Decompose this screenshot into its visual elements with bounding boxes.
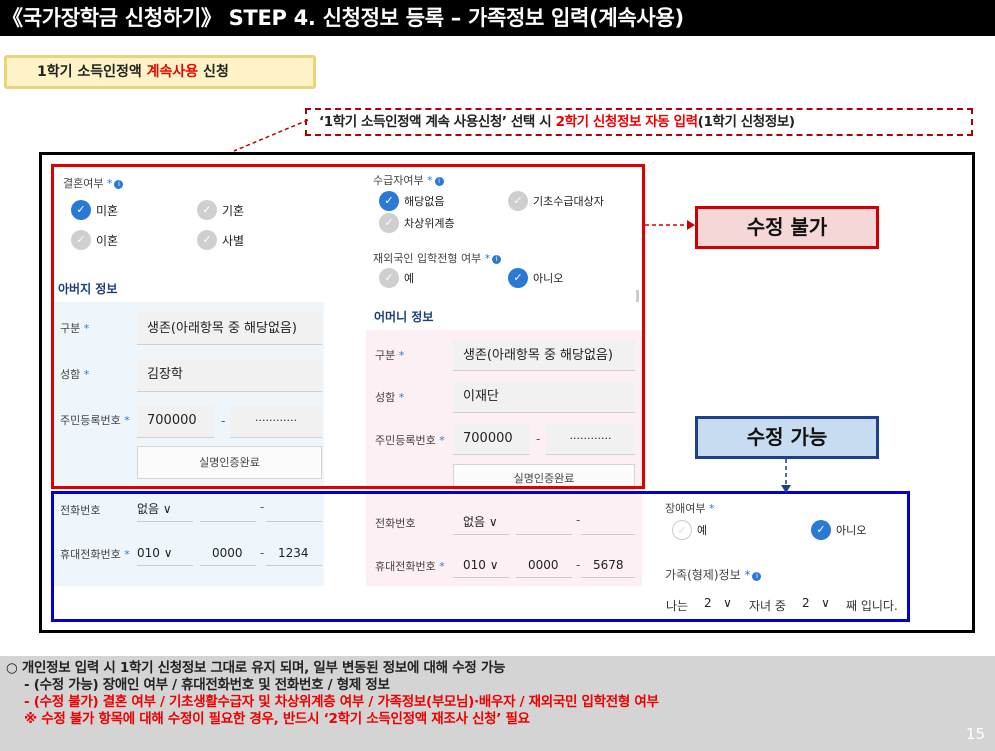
- arrow-down-icon: [781, 459, 791, 493]
- slide-title: 《국가장학금 신청하기》 STEP 4. 신청정보 등록 – 가족정보 입력(계…: [0, 0, 995, 36]
- badge-accent: 계속사용: [146, 64, 199, 80]
- note-accent: 2학기 신청정보 자동 입력: [555, 114, 698, 130]
- no-edit-region: [51, 164, 645, 489]
- badge-text-post: 신청: [198, 64, 229, 80]
- footer-notes: ○ 개인정보 입력 시 1학기 신청정보 그대로 유지 되며, 일부 변동된 정…: [0, 660, 995, 751]
- auto-fill-note: ‘1학기 소득인정액 계속 사용신청’ 선택 시 2학기 신청정보 자동 입력(…: [305, 108, 973, 136]
- page-number: 15: [965, 725, 985, 743]
- footer-line-4: ※ 수정 불가 항목에 대해 수정이 필요한 경우, 반드시 ‘2학기 소득인정…: [24, 711, 530, 727]
- note-pre: ‘1학기 소득인정액 계속 사용신청’ 선택 시: [319, 114, 556, 130]
- badge-text-pre: 1학기 소득인정액: [37, 64, 147, 80]
- note-pointer-line: [233, 119, 309, 152]
- footer-line-2: - (수정 가능) 장애인 여부 / 휴대전화번호 및 전화번호 / 형제 정보: [24, 677, 390, 693]
- footer-line-1: ○ 개인정보 입력 시 1학기 신청정보 그대로 유지 되며, 일부 변동된 정…: [6, 660, 506, 676]
- editable-callout: 수정 가능: [695, 416, 879, 459]
- editable-region: [51, 491, 910, 622]
- continue-use-badge: 1학기 소득인정액 계속사용 신청: [4, 55, 316, 89]
- footer-line-3: - (수정 불가) 결혼 여부 / 기초생활수급자 및 차상위계층 여부 / 가…: [24, 694, 659, 710]
- note-post: (1학기 신청정보): [697, 114, 795, 130]
- no-edit-callout: 수정 불가: [695, 206, 879, 249]
- arrow-right-icon: [645, 220, 695, 230]
